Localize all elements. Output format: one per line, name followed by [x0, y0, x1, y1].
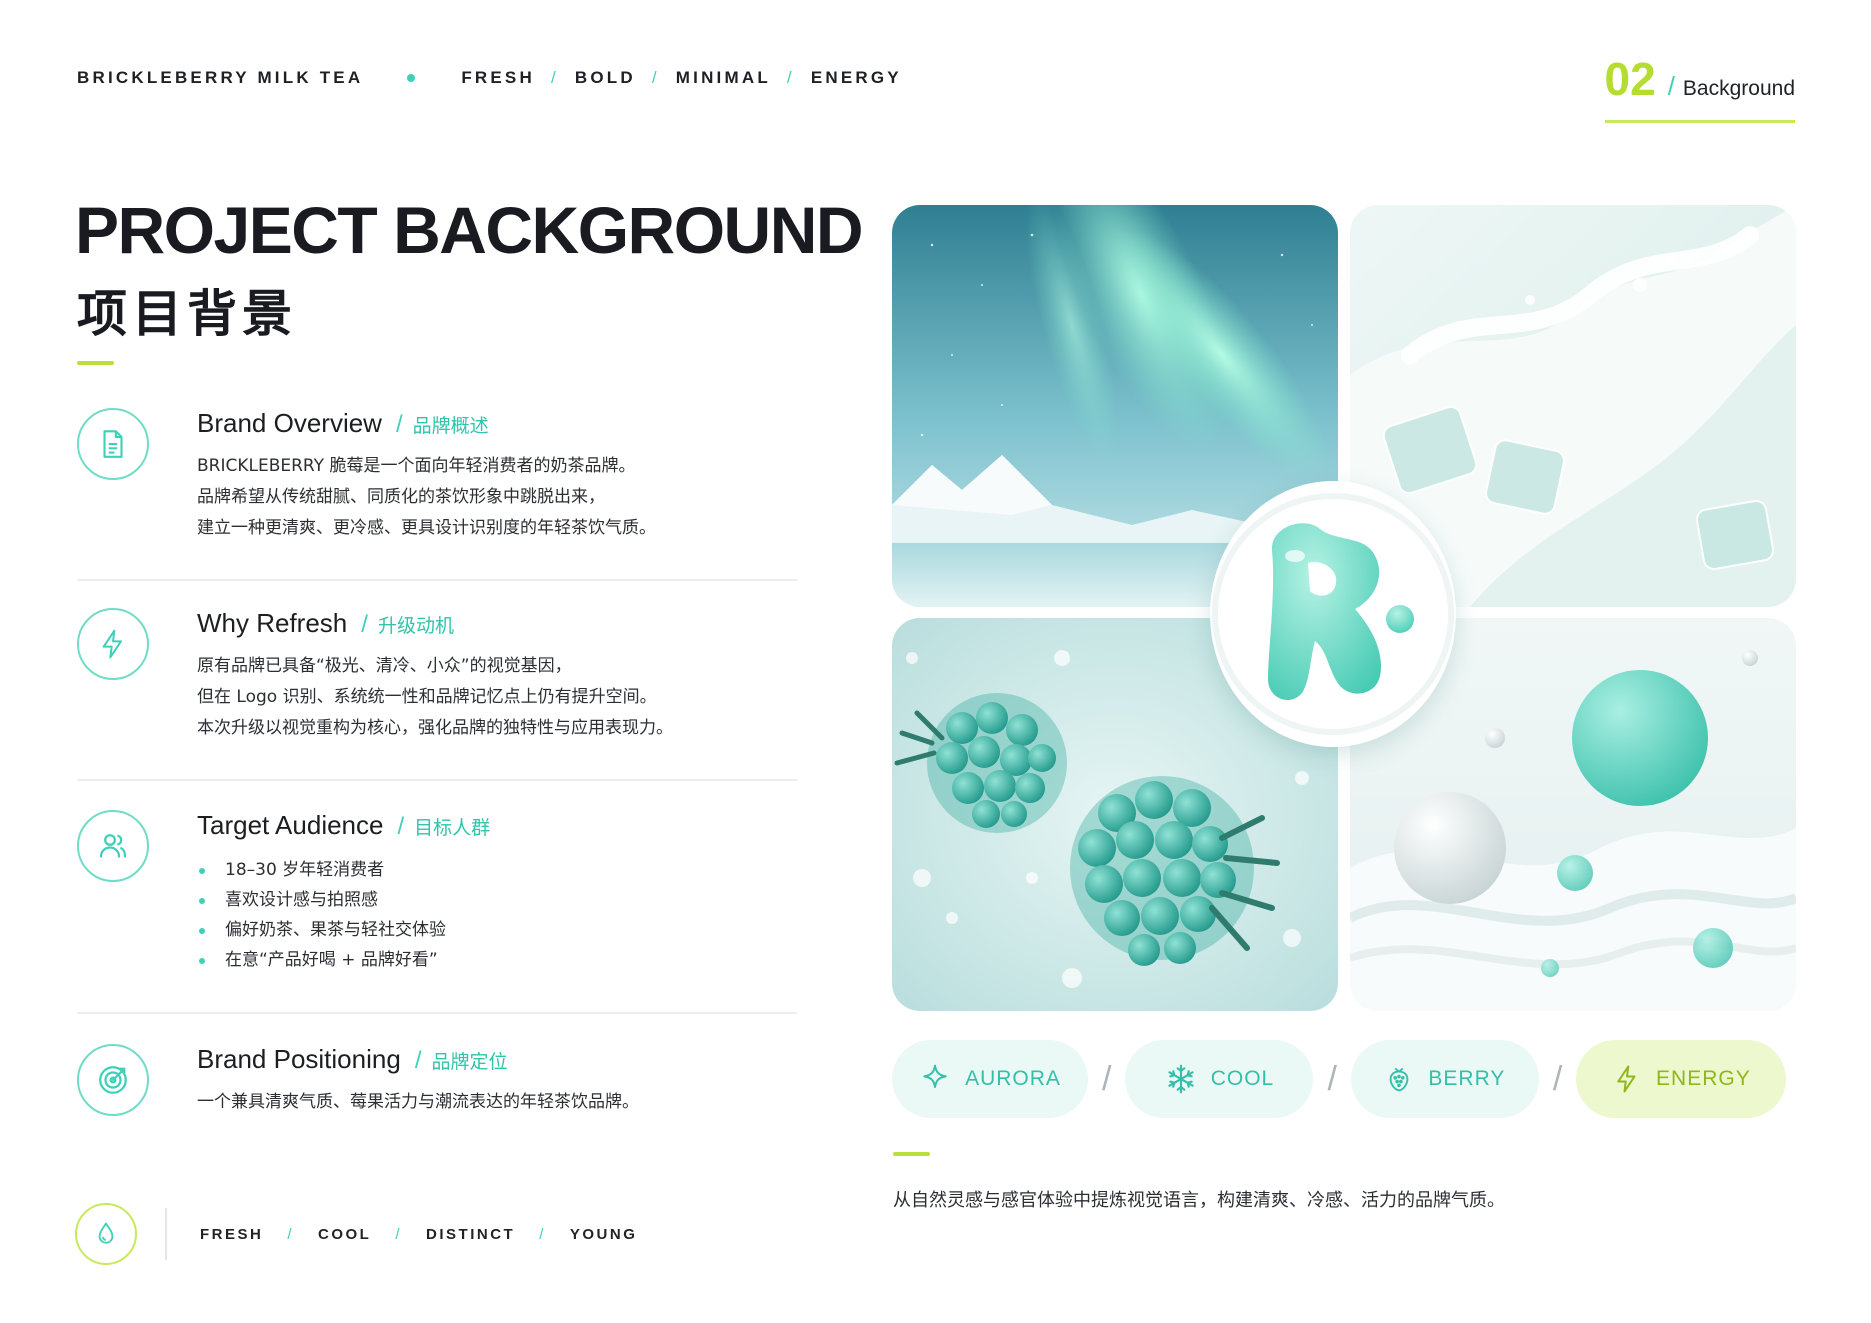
page-label: Background: [1682, 77, 1795, 100]
audience-list: 18–30 岁年轻消费者 喜欢设计感与拍照感 偏好奶茶、果茶与轻社交体验 在意“…: [197, 855, 797, 975]
page-number: 02: [1604, 53, 1656, 105]
keyword-pills: AURORA / COOL / BERRY / ENERGY: [892, 1039, 1798, 1119]
separator: /: [550, 68, 559, 87]
section-text: BRICKLEBERRY 脆莓是一个面向年轻消费者的奶茶品牌。 品牌希望从传统甜…: [197, 451, 797, 544]
footer-keywords: FRESH / COOL / DISTINCT / YOUNG: [200, 1225, 638, 1243]
accent-rule: [893, 1152, 930, 1156]
page-title: PROJECT BACKGROUND: [75, 193, 864, 267]
keyword: COOL: [318, 1225, 372, 1243]
text-line: 原有品牌已具备“极光、清冷、小众”的视觉基因，: [197, 656, 572, 676]
pill-berry: BERRY: [1350, 1040, 1539, 1118]
vertical-divider: [165, 1208, 167, 1260]
keyword: FRESH: [200, 1225, 264, 1243]
keyword: FRESH: [461, 68, 535, 87]
keyword: DISTINCT: [426, 1225, 516, 1243]
page-title-cn: 项目背景: [77, 285, 297, 343]
section-title-cn: 升级动机: [377, 615, 454, 637]
water-drop-icon: [75, 1203, 137, 1265]
section-title: Brand Positioning: [197, 1044, 401, 1074]
section-text: 原有品牌已具备“极光、清冷、小众”的视觉基因， 但在 Logo 识别、系统统一性…: [197, 651, 797, 744]
pill-label: ENERGY: [1656, 1067, 1751, 1090]
section-title: Why Refresh: [197, 608, 348, 638]
separator: /: [651, 68, 660, 87]
brand-logo-r: [1210, 481, 1456, 747]
tagline: 从自然灵感与感官体验中提炼视觉语言，构建清爽、冷感、活力的品牌气质。: [893, 1190, 1505, 1211]
brand-name: BRICKLEBERRY MILK TEA: [77, 68, 364, 87]
section-heading: Target Audience / 目标人群: [197, 810, 491, 840]
pill-label: BERRY: [1428, 1067, 1506, 1090]
text-line: 但在 Logo 识别、系统统一性和品牌记忆点上仍有提升空间。: [197, 687, 657, 707]
text-line: 本次升级以视觉重构为核心，强化品牌的独特性与应用表现力。: [197, 718, 673, 738]
pill-aurora: AURORA: [892, 1040, 1088, 1118]
text-line: BRICKLEBERRY 脆莓是一个面向年轻消费者的奶茶品牌。: [197, 456, 636, 476]
list-item: 喜欢设计感与拍照感: [197, 885, 797, 915]
top-bar: BRICKLEBERRY MILK TEA FRESH / BOLD / MIN…: [77, 68, 902, 88]
pill-label: AURORA: [965, 1067, 1061, 1090]
lightning-icon: [77, 608, 149, 680]
pill-energy: ENERGY: [1576, 1040, 1787, 1118]
text-line: 品牌希望从传统甜腻、同质化的茶饮形象中跳脱出来，: [197, 487, 605, 507]
section-title: Target Audience: [197, 810, 384, 840]
keyword: MINIMAL: [675, 68, 771, 87]
keyword: ENERGY: [810, 68, 902, 87]
bullet-dot: [407, 74, 416, 82]
separator: /: [1327, 1059, 1337, 1098]
list-item: 18–30 岁年轻消费者: [197, 855, 797, 885]
section-title-cn: 品牌定位: [431, 1051, 508, 1073]
page-indicator: 02 / Background: [1604, 52, 1795, 123]
footer: FRESH / COOL / DISTINCT / YOUNG: [75, 1203, 637, 1265]
text-line: 一个兼具清爽气质、莓果活力与潮流表达的年轻茶饮品牌。: [197, 1092, 639, 1112]
section-title: Brand Overview: [197, 408, 382, 438]
list-item: 在意“产品好喝 + 品牌好看”: [197, 945, 797, 975]
divider: [77, 1012, 797, 1014]
divider: [77, 779, 797, 781]
pill-cool: COOL: [1125, 1040, 1314, 1118]
section-heading: Why Refresh / 升级动机: [197, 608, 454, 638]
text-line: 建立一种更清爽、更冷感、更具设计识别度的年轻茶饮气质。: [197, 518, 656, 538]
berry-icon: [1384, 1064, 1414, 1094]
section-heading: Brand Positioning / 品牌定位: [197, 1044, 508, 1074]
separator: /: [786, 68, 795, 87]
keyword: BOLD: [574, 68, 636, 87]
document-icon: [77, 408, 149, 480]
list-item: 偏好奶茶、果茶与轻社交体验: [197, 915, 797, 945]
section-text: 一个兼具清爽气质、莓果活力与潮流表达的年轻茶饮品牌。: [197, 1087, 797, 1118]
section-title-cn: 目标人群: [414, 817, 491, 839]
separator: /: [1552, 1059, 1563, 1098]
section-heading: Brand Overview / 品牌概述: [197, 408, 489, 438]
users-icon: [77, 810, 149, 882]
sparkle-icon: [919, 1063, 951, 1095]
lightning-icon: [1612, 1063, 1642, 1095]
divider: [77, 579, 797, 581]
separator: /: [1667, 71, 1675, 101]
separator: /: [1102, 1059, 1112, 1098]
accent-rule: [77, 361, 114, 365]
pill-label: COOL: [1210, 1067, 1275, 1090]
section-title-cn: 品牌概述: [412, 415, 489, 437]
keyword: YOUNG: [569, 1225, 638, 1243]
target-icon: [77, 1044, 149, 1116]
snowflake-icon: [1165, 1063, 1197, 1095]
